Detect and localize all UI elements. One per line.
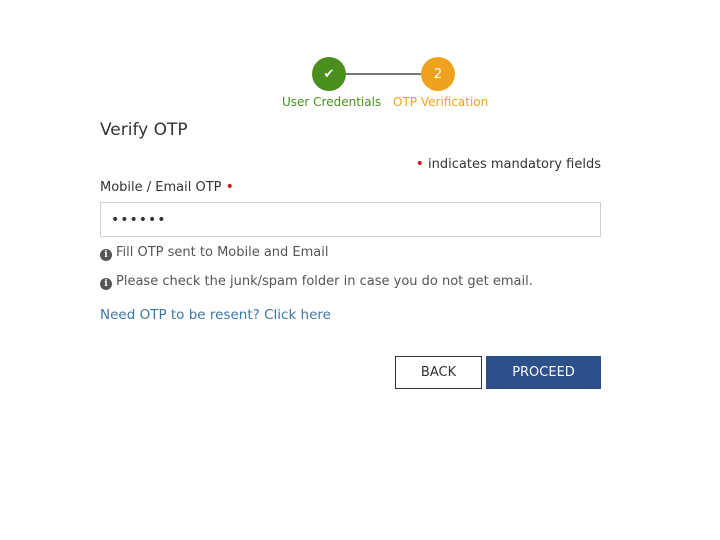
otp-hint-junk-spam: i Please check the junk/spam folder in ca… [100,274,533,290]
hint-text: Fill OTP sent to Mobile and Email [116,245,329,260]
otp-field-label: Mobile / Email OTP • [100,179,234,195]
mandatory-fields-note: • indicates mandatory fields [416,156,601,172]
info-icon: i [100,278,112,290]
required-marker: • [415,156,424,172]
step-1-complete-check-icon: ✔ [312,57,346,91]
mandatory-note-text: indicates mandatory fields [428,157,601,172]
page-title: Verify OTP [100,120,188,140]
otp-hint-mobile-email: i Fill OTP sent to Mobile and Email [100,245,329,261]
otp-input[interactable] [100,202,601,237]
proceed-button[interactable]: PROCEED [486,356,601,389]
step-2-number-circle: 2 [421,57,455,91]
otp-label-text: Mobile / Email OTP [100,180,222,195]
info-icon: i [100,249,112,261]
required-marker: • [225,179,234,195]
step-2-label: OTP Verification [393,95,489,109]
hint-text: Please check the junk/spam folder in cas… [116,274,533,289]
step-1-label: User Credentials [282,95,382,109]
back-button[interactable]: BACK [395,356,482,389]
resend-otp-link[interactable]: Need OTP to be resent? Click here [100,307,331,323]
